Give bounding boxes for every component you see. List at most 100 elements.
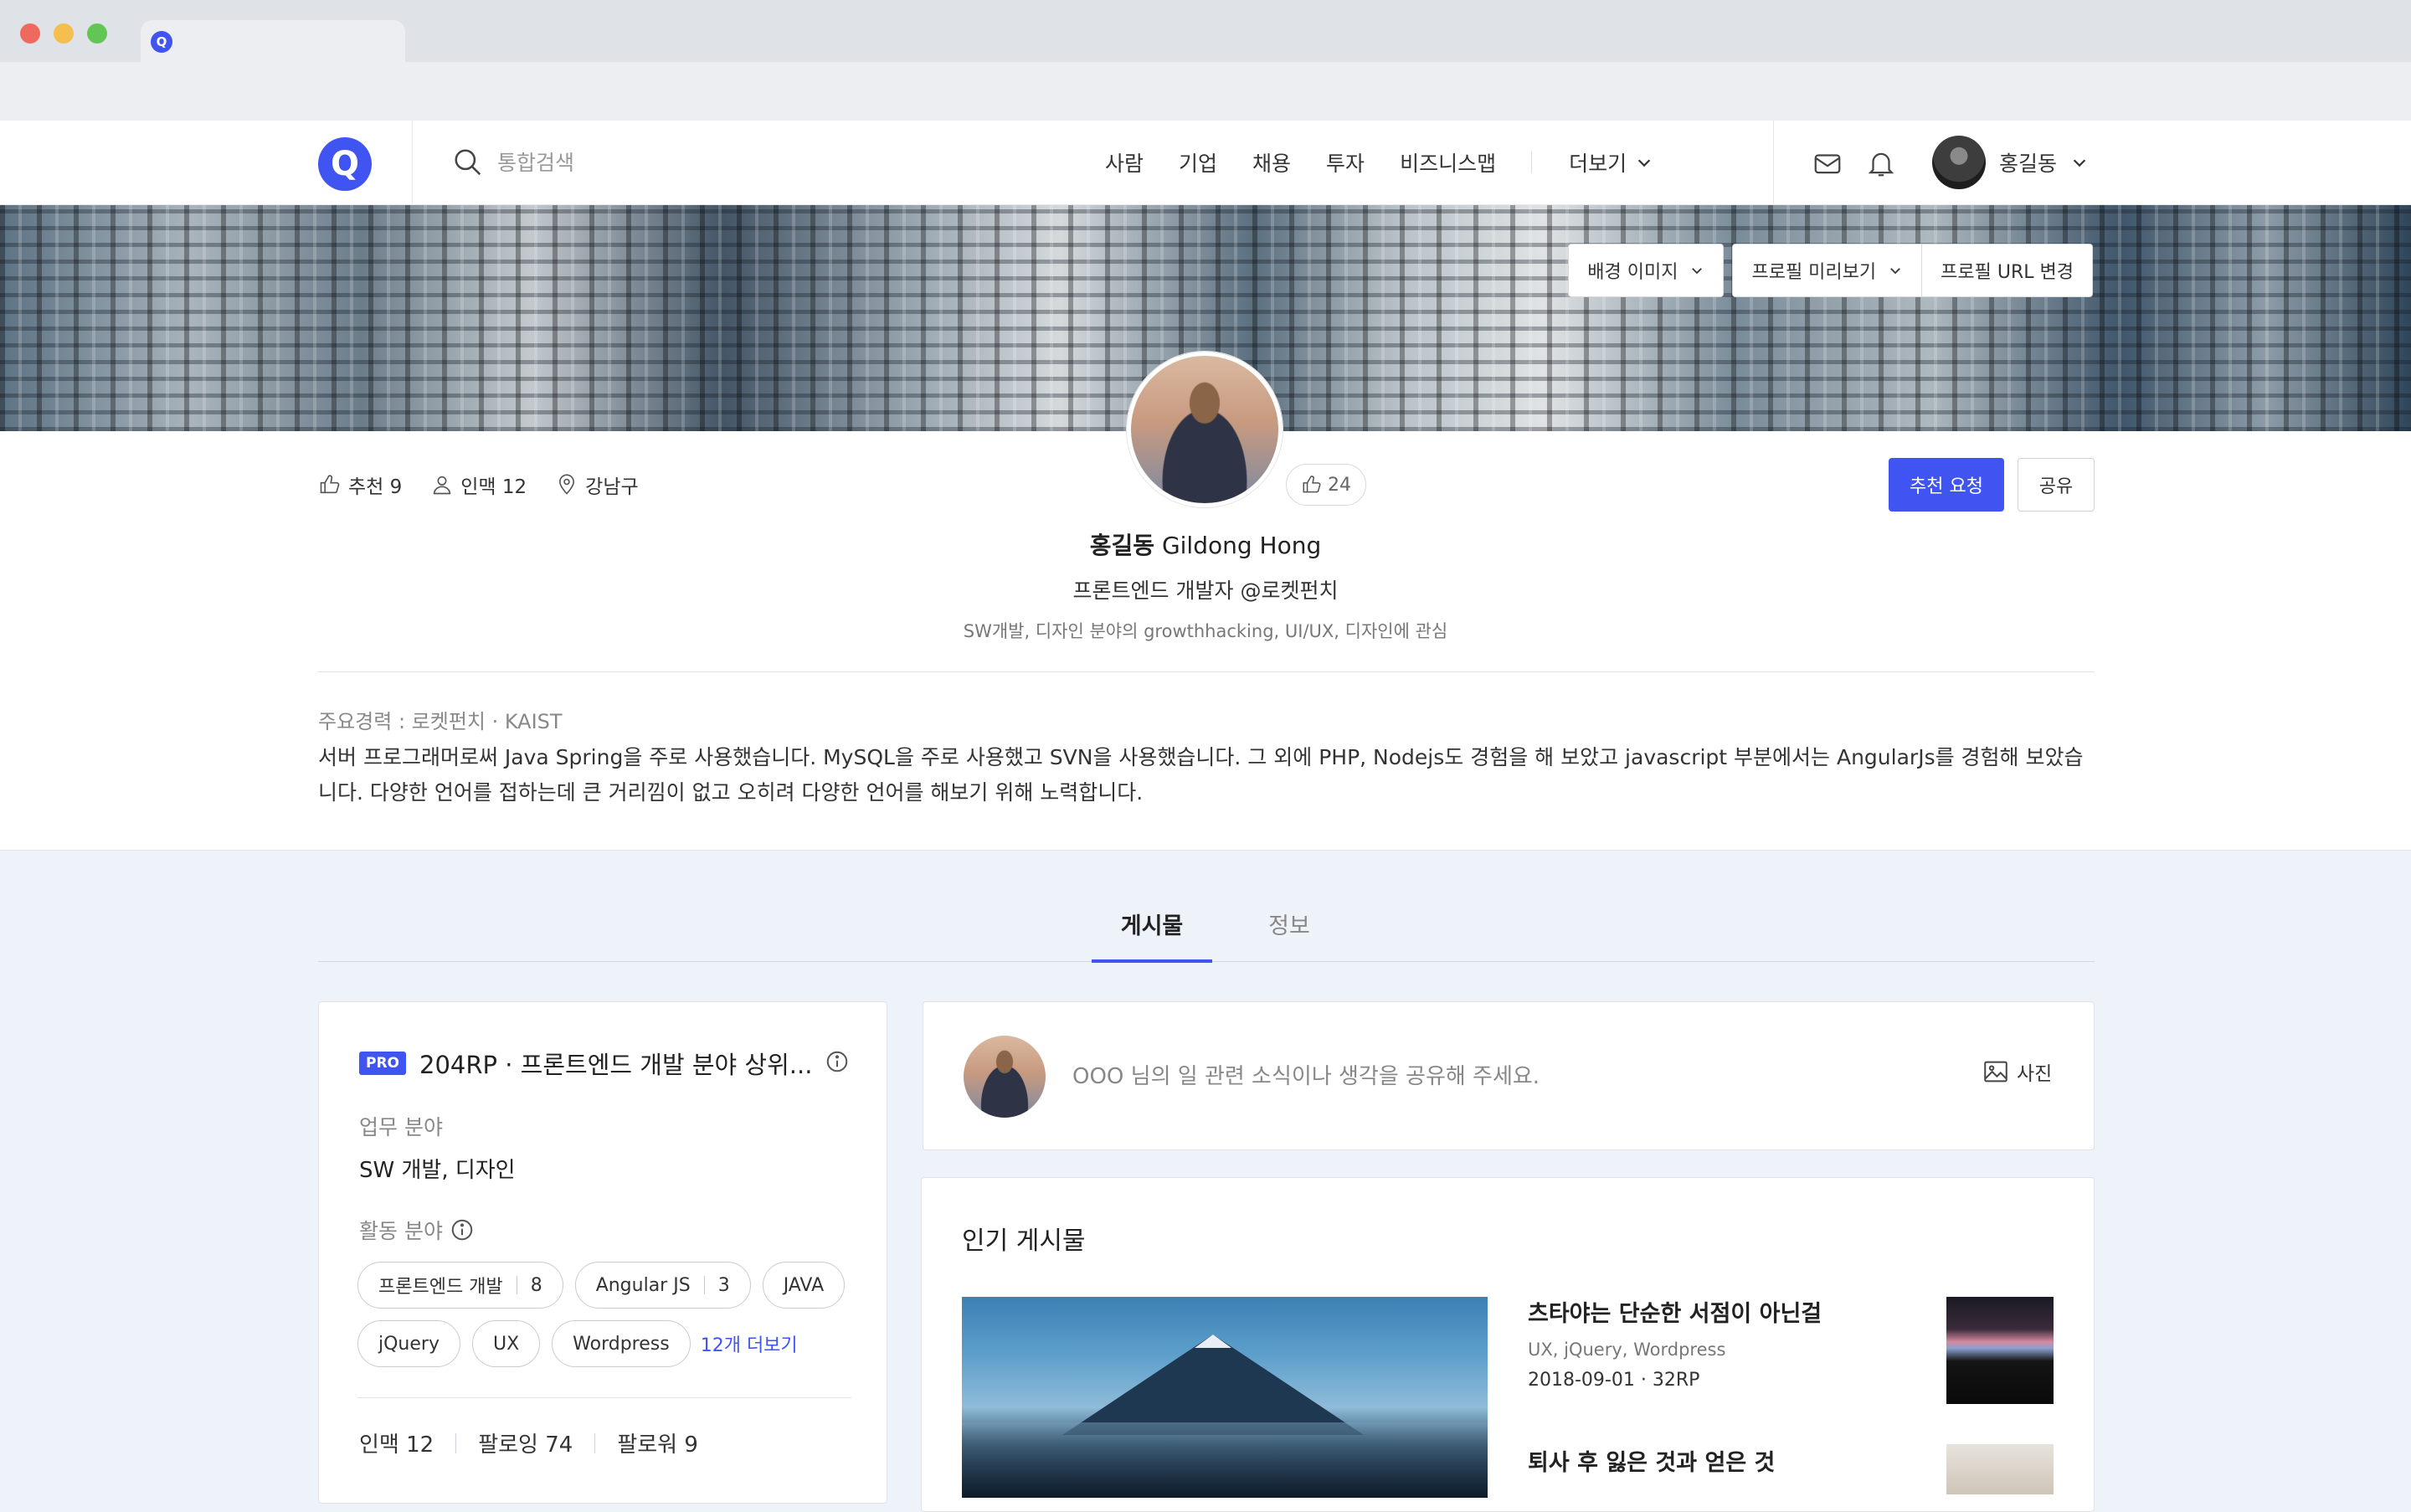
- pro-rank-row: PRO 204RP · 프론트엔드 개발 분야 상위...: [359, 1046, 812, 1081]
- post-title[interactable]: 퇴사 후 잃은 것과 얻은 것: [1528, 1444, 1775, 1477]
- followers-count[interactable]: 팔로워 9: [617, 1427, 698, 1458]
- post-thumbnail[interactable]: [1946, 1297, 2054, 1404]
- location-pin-icon: [559, 474, 575, 495]
- tag-count: 3: [717, 1274, 730, 1296]
- profile-avatar[interactable]: [1127, 352, 1283, 507]
- search-box[interactable]: [452, 142, 703, 183]
- browser-tab[interactable]: Q: [141, 20, 405, 62]
- career-label: 주요경력 : 로켓펀치 · KAIST: [318, 710, 563, 733]
- user-name: 홍길동: [1999, 152, 2058, 176]
- tag-item[interactable]: UX: [471, 1320, 541, 1367]
- fog-shape: [962, 1422, 1488, 1498]
- recommend-request-button[interactable]: 추천 요청: [1889, 458, 2004, 512]
- favicon-icon: Q: [151, 31, 172, 53]
- work-field-value: SW 개발, 디자인: [359, 1158, 516, 1183]
- image-icon: [1984, 1061, 2007, 1083]
- profile-summary-card: PRO 204RP · 프론트엔드 개발 분야 상위... 업무 분야 SW 개…: [318, 1001, 887, 1504]
- pro-rank-title: 204RP · 프론트엔드 개발 분야 상위...: [419, 1051, 813, 1079]
- background-image-button[interactable]: 배경 이미지: [1568, 244, 1725, 297]
- profile-title: 프론트엔드 개발자 @로켓펀치: [1072, 579, 1339, 603]
- info-icon[interactable]: [450, 1217, 475, 1242]
- nav-item-people[interactable]: 사람: [1105, 147, 1144, 177]
- like-button[interactable]: 24: [1286, 464, 1366, 506]
- profile-preview-label: 프로필 미리보기: [1751, 262, 1877, 283]
- tag-count: 8: [530, 1274, 542, 1296]
- nav-divider: [1531, 152, 1533, 173]
- popular-posts-card: 인기 게시물 츠타야는 단순한 서점이 아닌걸 UX, jQuery, Word…: [921, 1177, 2095, 1512]
- main-nav: 사람 기업 채용 투자 비즈니스맵 더보기: [1105, 146, 1653, 179]
- avatar: [1932, 136, 1986, 189]
- recommend-stat-label: 추천 9: [348, 476, 403, 498]
- nav-item-companies[interactable]: 기업: [1179, 147, 1217, 177]
- profile-name-en: Gildong Hong: [1161, 532, 1322, 559]
- search-input[interactable]: [496, 149, 683, 176]
- user-menu[interactable]: 홍길동: [1932, 136, 2089, 189]
- chevron-down-icon: [1890, 268, 1901, 275]
- post-thumbnail[interactable]: [1946, 1444, 2054, 1494]
- add-photo-label: 사진: [2017, 1063, 2053, 1085]
- tag-item[interactable]: jQuery: [357, 1320, 460, 1367]
- post-item[interactable]: 퇴사 후 잃은 것과 얻은 것: [1528, 1444, 1775, 1477]
- thumbs-up-icon: [320, 475, 340, 494]
- career-description: 서버 프로그래머로써 Java Spring을 주로 사용했습니다. MySQL…: [318, 745, 2084, 805]
- compose-input[interactable]: [1071, 1052, 1911, 1101]
- featured-post-image[interactable]: [962, 1297, 1488, 1498]
- post-meta: 2018-09-01 · 32RP: [1528, 1370, 1700, 1391]
- message-icon[interactable]: [1812, 147, 1843, 179]
- tab-posts[interactable]: 게시물: [1092, 908, 1212, 963]
- profile-tabs: 게시물 정보: [318, 908, 2095, 963]
- popular-posts-title: 인기 게시물: [962, 1227, 1086, 1256]
- profile-url-button[interactable]: 프로필 URL 변경: [1922, 244, 2093, 297]
- activity-tags: 프론트엔드 개발 8 Angular JS 3 JAVA jQuery UX W…: [357, 1262, 860, 1367]
- share-button[interactable]: 공유: [2018, 458, 2095, 512]
- window-close-button[interactable]: [20, 23, 40, 44]
- search-icon: [455, 149, 481, 176]
- bell-icon[interactable]: [1865, 147, 1897, 179]
- info-icon[interactable]: [825, 1049, 850, 1074]
- background-image-label: 배경 이미지: [1587, 262, 1678, 283]
- header-divider: [1773, 121, 1774, 204]
- post-title[interactable]: 츠타야는 단순한 서점이 아닌걸: [1528, 1295, 1822, 1328]
- add-photo-button[interactable]: 사진: [1982, 1057, 2052, 1086]
- window-minimize-button[interactable]: [54, 23, 74, 44]
- post-tags: UX, jQuery, Wordpress: [1528, 1340, 1726, 1360]
- tag-item[interactable]: 프론트엔드 개발 8: [357, 1262, 563, 1309]
- person-icon: [434, 476, 451, 495]
- window-maximize-button[interactable]: [87, 23, 107, 44]
- tag-item[interactable]: Angular JS 3: [574, 1262, 751, 1309]
- mountain-cap-shape: [1195, 1335, 1231, 1348]
- nav-item-jobs[interactable]: 채용: [1252, 147, 1291, 177]
- activity-field-heading: 활동 분야: [359, 1215, 475, 1245]
- recommend-stat[interactable]: 추천 9: [318, 471, 402, 499]
- tag-item[interactable]: Wordpress: [552, 1320, 691, 1367]
- like-count: 24: [1328, 474, 1351, 496]
- card-divider: [357, 1397, 851, 1398]
- profile-divider: [318, 671, 2095, 672]
- tab-info[interactable]: 정보: [1239, 908, 1339, 961]
- avatar: [964, 1036, 1046, 1118]
- tag-name: Angular JS: [595, 1274, 691, 1296]
- location-stat: 강남구: [555, 471, 639, 499]
- more-tags-link[interactable]: 12개 더보기: [701, 1320, 798, 1367]
- logo-icon[interactable]: Q: [318, 137, 372, 191]
- network-stat[interactable]: 인맥 12: [430, 471, 527, 499]
- network-stat-label: 인맥 12: [460, 476, 527, 498]
- tag-divider: [703, 1276, 705, 1294]
- post-item[interactable]: 츠타야는 단순한 서점이 아닌걸 UX, jQuery, Wordpress 2…: [1528, 1295, 1822, 1391]
- network-row: 인맥 12 팔로잉 74 팔로워 9: [359, 1427, 698, 1458]
- pro-badge: PRO: [359, 1052, 407, 1075]
- profile-preview-button[interactable]: 프로필 미리보기: [1732, 244, 1923, 297]
- chevron-down-icon: [2073, 159, 2086, 167]
- nav-more-button[interactable]: 더보기: [1569, 147, 1653, 177]
- profile-name-ko: 홍길동: [1089, 532, 1155, 559]
- nav-item-businessmap[interactable]: 비즈니스맵: [1400, 147, 1496, 177]
- thumbs-up-icon: [1303, 476, 1321, 493]
- nav-item-investment[interactable]: 투자: [1326, 147, 1365, 177]
- network-divider: [455, 1432, 457, 1453]
- browser-titlebar: Q: [0, 0, 2411, 62]
- mountain-shape: [1062, 1335, 1364, 1435]
- following-count[interactable]: 팔로잉 74: [478, 1427, 573, 1458]
- network-count[interactable]: 인맥 12: [359, 1427, 434, 1458]
- tag-item[interactable]: JAVA: [762, 1262, 846, 1309]
- app-header: Q 사람 기업 채용 투자 비즈니스맵 더보기 홍길동: [0, 121, 2411, 205]
